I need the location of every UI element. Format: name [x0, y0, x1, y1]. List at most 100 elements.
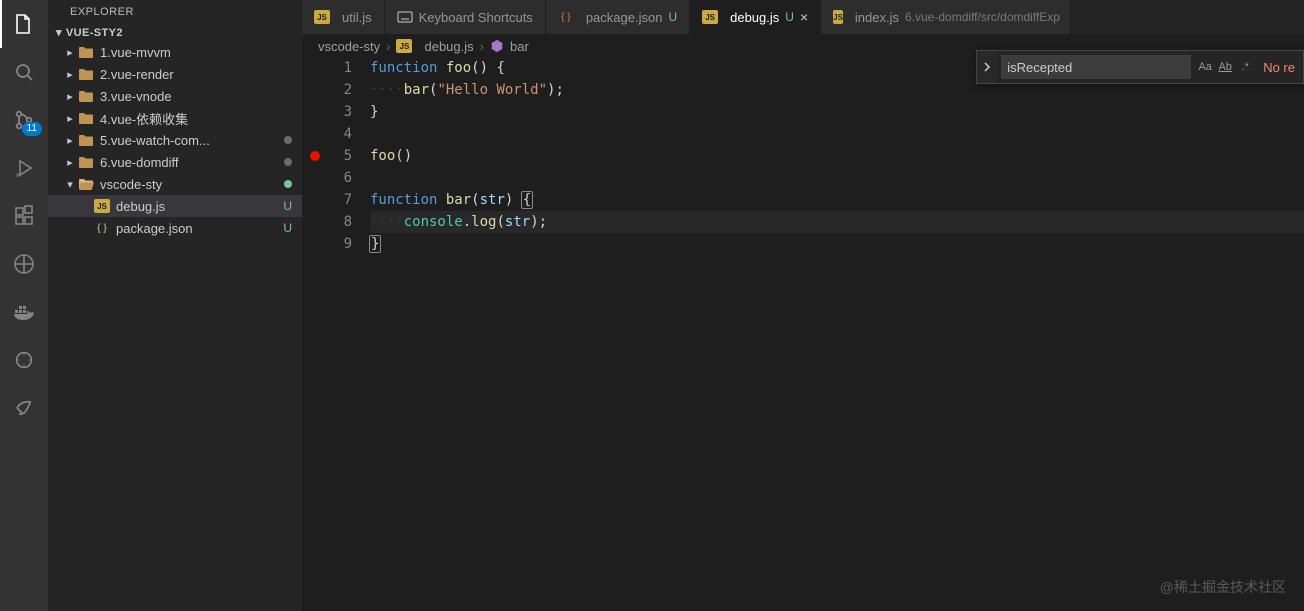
watermark-label: @稀土掘金技术社区: [1160, 577, 1286, 597]
find-results-label: No re: [1263, 60, 1295, 75]
git-status-label: U: [668, 10, 677, 24]
tree-item-label: vscode-sty: [100, 177, 284, 192]
explorer-sidebar: EXPLORER ▾ VUE-STY2 ▸ 1.vue-mvvm ▸ 2.vue-re…: [48, 0, 302, 611]
editor-tab[interactable]: JS index.js 6.vue-domdiff/src/domdiffExp: [821, 0, 1071, 34]
code-line[interactable]: }: [370, 101, 1304, 123]
code-line[interactable]: foo(): [370, 145, 1304, 167]
code-line[interactable]: }: [370, 233, 1304, 255]
chevron-down-icon: ▾: [56, 26, 62, 39]
tab-path: 6.vue-domdiff/src/domdiffExp: [905, 10, 1060, 24]
js-file-icon: JS: [833, 10, 843, 24]
chevron-icon: ▸: [62, 90, 78, 103]
sidebar-title: EXPLORER: [48, 0, 302, 24]
folder-icon: [78, 177, 94, 191]
source-control-icon[interactable]: 11: [0, 96, 48, 144]
search-icon[interactable]: [0, 48, 48, 96]
line-number[interactable]: 8: [302, 211, 352, 233]
regex-toggle[interactable]: .*: [1235, 57, 1255, 77]
chevron-icon: ▾: [62, 178, 78, 191]
editor-tab[interactable]: JSdebug.jsU×: [690, 0, 821, 34]
tab-label: package.json: [586, 10, 663, 25]
line-number[interactable]: 1: [302, 57, 352, 79]
match-case-toggle[interactable]: Aa: [1195, 57, 1215, 77]
modified-dot-icon: [284, 158, 292, 166]
breadcrumb-part[interactable]: debug.js: [424, 39, 473, 54]
folder-icon: [78, 155, 94, 169]
tree-item-label: 3.vue-vnode: [100, 89, 292, 104]
tab-label: util.js: [342, 10, 372, 25]
tree-item-label: debug.js: [116, 199, 283, 214]
line-number[interactable]: 9: [302, 233, 352, 255]
chevron-icon: ▸: [62, 134, 78, 147]
tab-label: index.js: [855, 10, 899, 25]
js-file-icon: JS: [314, 10, 330, 24]
file-item[interactable]: JSdebug.jsU: [48, 195, 302, 217]
docker-icon[interactable]: [0, 288, 48, 336]
tree-item-label: 5.vue-watch-com...: [100, 133, 284, 148]
git-status-label: U: [283, 221, 292, 235]
tab-label: Keyboard Shortcuts: [419, 10, 533, 25]
line-number[interactable]: 6: [302, 167, 352, 189]
modified-dot-icon: [284, 136, 292, 144]
file-tree: ▸ 1.vue-mvvm ▸ 2.vue-render ▸ 3.vue-vnode ▸4.v…: [48, 41, 302, 239]
folder-item[interactable]: ▸ 6.vue-domdiff: [48, 151, 302, 173]
find-expand-toggle[interactable]: [977, 51, 997, 83]
editor-area: JS util.js Keyboard Shortcuts { } package.js…: [302, 0, 1304, 611]
extensions-icon[interactable]: [0, 192, 48, 240]
keyboard-icon: [397, 11, 413, 23]
match-whole-word-toggle[interactable]: Ab: [1215, 57, 1235, 77]
folder-icon: [78, 45, 94, 59]
folder-item[interactable]: ▸4.vue-依赖收集: [48, 107, 302, 129]
chevron-icon: ▸: [62, 68, 78, 81]
file-item[interactable]: { }package.jsonU: [48, 217, 302, 239]
find-widget: Aa Ab .* No re: [976, 50, 1304, 84]
tree-item-label: package.json: [116, 221, 283, 236]
code-line[interactable]: [370, 123, 1304, 145]
editor-tabs: JS util.js Keyboard Shortcuts { } package.js…: [302, 0, 1304, 35]
code-line[interactable]: [370, 167, 1304, 189]
folder-item[interactable]: ▸ 5.vue-watch-com...: [48, 129, 302, 151]
line-number[interactable]: 3: [302, 101, 352, 123]
chevron-icon: ▸: [62, 156, 78, 169]
workspace-section-header[interactable]: ▾ VUE-STY2: [48, 24, 302, 41]
run-debug-icon[interactable]: [0, 144, 48, 192]
breakpoint-icon[interactable]: [310, 151, 320, 161]
line-gutter[interactable]: 123456789: [302, 57, 370, 611]
code-content[interactable]: function foo() {····bar("Hello World");}…: [370, 57, 1304, 611]
breadcrumb-part[interactable]: vscode-sty: [318, 39, 380, 54]
line-number[interactable]: 2: [302, 79, 352, 101]
activity-bar: 11: [0, 0, 48, 611]
tab-label: debug.js: [730, 10, 779, 25]
find-input[interactable]: [1001, 55, 1191, 79]
explorer-icon[interactable]: [0, 0, 48, 48]
js-file-icon: JS: [396, 39, 412, 53]
folder-item[interactable]: ▸ 1.vue-mvvm: [48, 41, 302, 63]
workspace-name: VUE-STY2: [66, 27, 123, 39]
folder-item[interactable]: ▾ vscode-sty: [48, 173, 302, 195]
remote-icon[interactable]: [0, 240, 48, 288]
git-status-label: U: [283, 199, 292, 213]
folder-icon: [78, 67, 94, 81]
tree-item-label: 1.vue-mvvm: [100, 45, 292, 60]
code-line[interactable]: function bar(str) {: [370, 189, 1304, 211]
editor-tab[interactable]: { } package.json U: [546, 0, 690, 34]
breadcrumb-part[interactable]: bar: [510, 39, 529, 54]
chevron-icon: ▸: [62, 112, 78, 125]
json-file-icon: { }: [558, 12, 574, 23]
folder-item[interactable]: ▸ 3.vue-vnode: [48, 85, 302, 107]
close-icon[interactable]: ×: [800, 9, 808, 25]
line-number[interactable]: 4: [302, 123, 352, 145]
code-area[interactable]: 123456789 function foo() {····bar("Hello…: [302, 57, 1304, 611]
chevron-right-icon: ›: [480, 39, 484, 54]
chevron-icon: ▸: [62, 46, 78, 59]
line-number[interactable]: 7: [302, 189, 352, 211]
editor-tab[interactable]: JS util.js: [302, 0, 385, 34]
tree-item-label: 2.vue-render: [100, 67, 292, 82]
git-status-label: U: [785, 10, 794, 24]
gitlens-icon[interactable]: [0, 336, 48, 384]
code-line[interactable]: ····console.log(str);: [370, 211, 1304, 233]
editor-tab[interactable]: Keyboard Shortcuts: [385, 0, 546, 34]
folder-item[interactable]: ▸ 2.vue-render: [48, 63, 302, 85]
share-icon[interactable]: [0, 384, 48, 432]
tree-item-label: 6.vue-domdiff: [100, 155, 284, 170]
